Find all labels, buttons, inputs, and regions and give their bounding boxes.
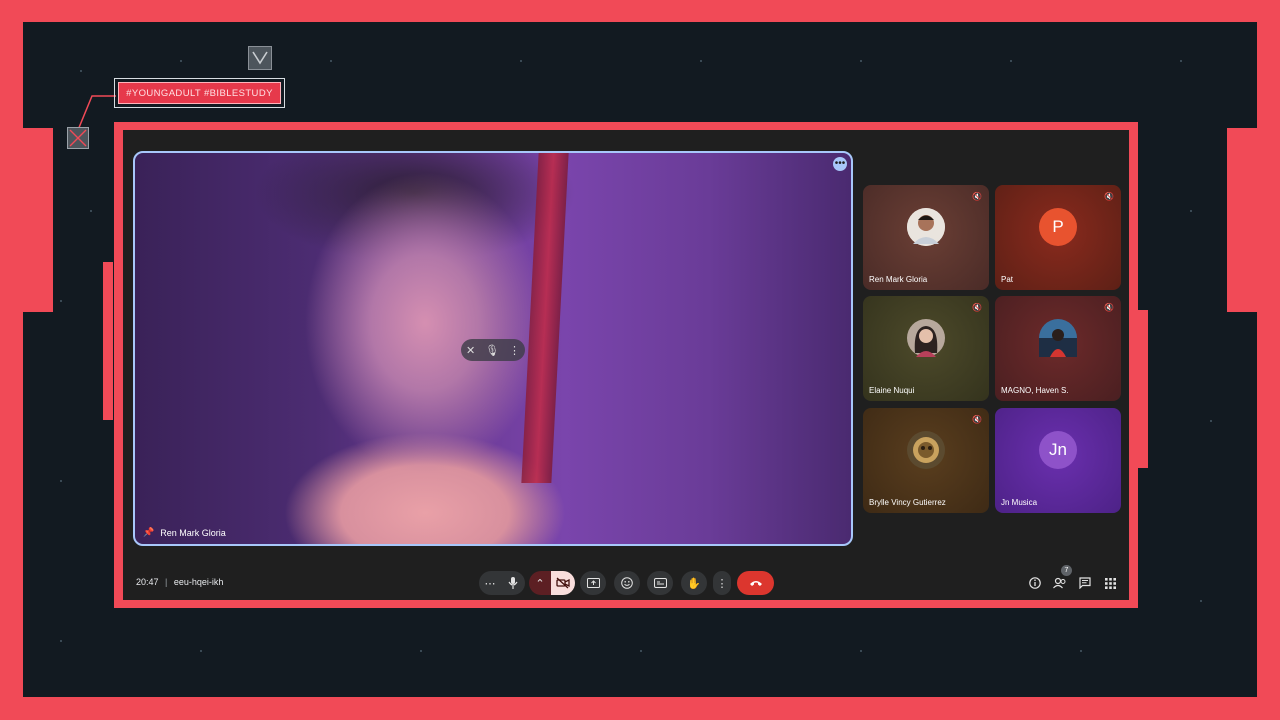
more-options-button[interactable]: ⋮ [713, 571, 731, 595]
audio-options-button[interactable]: ⋯ [479, 571, 501, 595]
participant-name: Pat [1001, 275, 1014, 284]
participant-tile[interactable]: 🔇 MAGNO, Haven S. [995, 296, 1121, 401]
raise-hand-button[interactable]: ✋ [681, 571, 707, 595]
participant-name: MAGNO, Haven S. [1001, 386, 1069, 395]
background-dot [860, 60, 862, 62]
clock-time: 20:47 [136, 577, 159, 587]
tile-hover-controls[interactable]: ✕ 🎙 ⋮ [461, 339, 525, 361]
close-box-icon [67, 127, 89, 149]
mic-off-icon: 🔇 [1104, 302, 1114, 312]
background-dot [700, 60, 702, 62]
captions-icon [653, 578, 667, 588]
participant-tile[interactable]: Jn Jn Musica [995, 408, 1121, 513]
participant-tile[interactable]: 🔇 Ren Mark Gloria [863, 185, 989, 290]
present-button[interactable] [580, 571, 606, 595]
background-dot [200, 650, 202, 652]
background-dot [1200, 600, 1202, 602]
people-button[interactable]: 7 [1052, 565, 1072, 591]
background-dot [1180, 60, 1182, 62]
avatar: Jn [1039, 431, 1077, 469]
emoji-icon [621, 577, 633, 589]
background-dot [60, 300, 62, 302]
background-dot [80, 70, 82, 72]
avatar [907, 319, 945, 357]
background-dot [60, 480, 62, 482]
main-speaker-video[interactable]: ••• ✕ 🎙 ⋮ 📌 Ren Mark Gloria [133, 151, 853, 546]
background-dot [1210, 420, 1212, 422]
background-dot [1190, 210, 1192, 212]
hashtag-banner: #YOUNGADULT #BIBLESTUDY [114, 78, 285, 108]
more-vert-icon: ⋮ [716, 577, 728, 590]
participant-name: Ren Mark Gloria [869, 275, 928, 284]
background-dot [1080, 650, 1082, 652]
video-options-button[interactable]: ⌃ [529, 571, 551, 595]
people-icon [1053, 577, 1066, 589]
mic-off-icon: 🔇 [1104, 191, 1114, 201]
meeting-info: 20:47 | eeu-hqei-ikh [136, 577, 223, 587]
background-dot [90, 210, 92, 212]
microphone-icon[interactable]: 🎙 [485, 344, 499, 357]
avatar [907, 431, 945, 469]
present-icon [586, 577, 600, 588]
mic-off-icon: 🔇 [972, 191, 982, 201]
hashtag-text: #YOUNGADULT #BIBLESTUDY [118, 82, 281, 104]
emoji-button[interactable] [614, 571, 640, 595]
chat-icon [1079, 577, 1091, 589]
microphone-button[interactable] [501, 571, 525, 595]
background-dot [330, 60, 332, 62]
chevron-up-icon: ⌃ [535, 577, 545, 590]
avatar [1039, 319, 1077, 357]
participant-tile[interactable]: 🔇 Brylle Vincy Gutierrez [863, 408, 989, 513]
avatar [907, 208, 945, 246]
frame-accent-left [103, 262, 113, 420]
people-count-badge: 7 [1061, 565, 1072, 576]
avatar: P [1039, 208, 1077, 246]
frame-accent-right [1138, 310, 1148, 468]
pin-icon: 📌 [143, 527, 155, 537]
frame-notch-right [1227, 128, 1257, 312]
end-call-icon [749, 581, 762, 586]
meeting-details-button[interactable] [1027, 575, 1043, 591]
speaker-name: Ren Mark Gloria [160, 527, 226, 538]
background-dot [180, 60, 182, 62]
participant-name: Brylle Vincy Gutierrez [869, 498, 946, 507]
unpin-icon[interactable]: ✕ [466, 344, 475, 357]
background-dot [520, 60, 522, 62]
mic-off-icon: 🔇 [972, 302, 982, 312]
more-dots-icon[interactable]: ••• [833, 157, 847, 171]
background-dot [860, 650, 862, 652]
separator: | [165, 577, 168, 587]
background-dot [1010, 60, 1012, 62]
raise-hand-icon: ✋ [687, 577, 701, 590]
background-curtain [521, 153, 569, 483]
background-dot [60, 640, 62, 642]
chevron-badge-icon [248, 46, 272, 70]
participant-tile[interactable]: P 🔇 Pat [995, 185, 1121, 290]
info-icon [1029, 577, 1041, 589]
more-vert-icon[interactable]: ⋮ [509, 344, 520, 357]
end-call-button[interactable] [737, 571, 774, 595]
captions-button[interactable] [647, 571, 673, 595]
mic-off-icon: 🔇 [972, 414, 982, 424]
more-dots-icon: ⋯ [484, 577, 496, 590]
camera-off-icon [556, 577, 570, 589]
camera-button[interactable] [551, 571, 575, 595]
meeting-code: eeu-hqei-ikh [173, 577, 224, 587]
chat-button[interactable] [1077, 575, 1093, 591]
participant-tile[interactable]: 🔇 Elaine Nuqui [863, 296, 989, 401]
background-dot [640, 650, 642, 652]
activities-icon [1104, 577, 1116, 589]
speaker-name-tag: 📌 Ren Mark Gloria [143, 527, 226, 538]
activities-button[interactable] [1102, 575, 1118, 591]
background-dot [420, 650, 422, 652]
microphone-icon [508, 577, 518, 589]
participant-name: Jn Musica [1001, 498, 1038, 507]
frame-notch-left [23, 128, 53, 312]
participant-name: Elaine Nuqui [869, 386, 915, 395]
